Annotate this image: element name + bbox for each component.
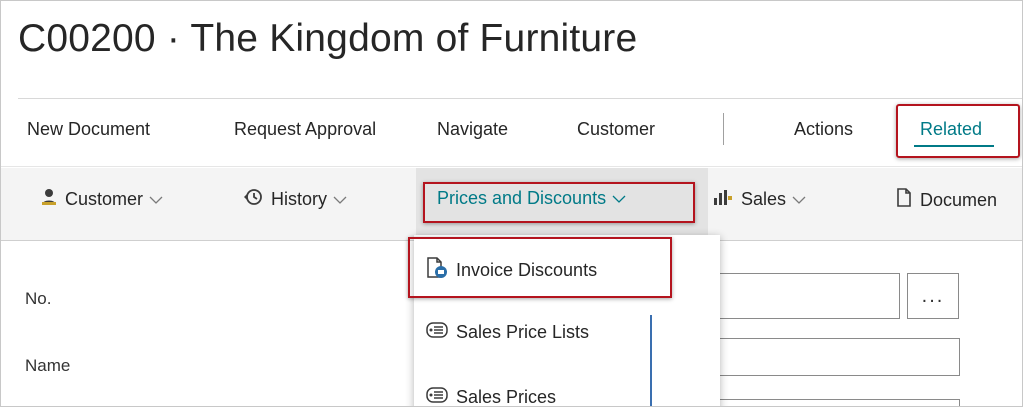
person-icon	[41, 188, 57, 211]
page-title: C00200 · The Kingdom of Furniture	[18, 17, 638, 60]
toolbar-divider	[1, 166, 1022, 167]
history-icon	[243, 188, 263, 211]
toolbar-documents-label: Documen	[920, 189, 998, 210]
dropdown-sales-prices[interactable]: Sales Prices	[426, 387, 557, 407]
price-list-icon	[426, 322, 448, 343]
dropdown-sales-price-lists[interactable]: Sales Price Lists	[426, 322, 589, 343]
dropdown-sales-prices-label: Sales Prices	[456, 387, 557, 407]
assist-edit-button[interactable]: ...	[907, 273, 959, 319]
menu-navigate[interactable]: Navigate	[437, 119, 508, 140]
no-input[interactable]	[706, 273, 900, 319]
menu-customer[interactable]: Customer	[577, 119, 655, 140]
invoice-discounts-highlight-box	[408, 237, 672, 298]
field-no-label: No.	[25, 289, 435, 309]
menu-actions[interactable]: Actions	[794, 119, 853, 140]
field-no-label-text: No.	[25, 289, 58, 308]
title-divider	[18, 98, 1022, 99]
document-icon	[896, 188, 912, 212]
dropdown-scroll-indicator	[650, 315, 652, 406]
toolbar-customer-label: Customer	[65, 189, 144, 209]
toolbar-customer[interactable]: Customer	[41, 188, 163, 211]
toolbar-sales-label: Sales	[741, 189, 787, 209]
menu-request-approval[interactable]: Request Approval	[234, 119, 376, 140]
toolbar-sales[interactable]: Sales	[713, 188, 806, 211]
prices-highlight-box	[423, 182, 695, 223]
toolbar-history-label: History	[271, 189, 328, 209]
related-highlight-box	[896, 104, 1020, 158]
menu-separator	[723, 113, 724, 145]
field-name-label: Name	[25, 356, 435, 376]
action-menu-bar: New Document Request Approval Navigate C…	[1, 113, 1022, 149]
sales-chart-icon	[713, 188, 733, 211]
name-input[interactable]	[706, 338, 960, 376]
next-field-input[interactable]	[706, 399, 960, 406]
menu-new-document[interactable]: New Document	[27, 119, 150, 140]
customer-card-page: C00200 · The Kingdom of Furniture New Do…	[0, 0, 1023, 407]
toolbar-history[interactable]: History	[243, 188, 347, 211]
chevron-down-icon	[333, 196, 347, 204]
field-name-label-text: Name	[25, 356, 77, 375]
toolbar-documents[interactable]: Documen	[896, 188, 997, 212]
chevron-down-icon	[149, 196, 163, 204]
price-list-icon	[426, 387, 448, 406]
chevron-down-icon	[792, 196, 806, 204]
dropdown-sales-price-lists-label: Sales Price Lists	[456, 322, 590, 342]
